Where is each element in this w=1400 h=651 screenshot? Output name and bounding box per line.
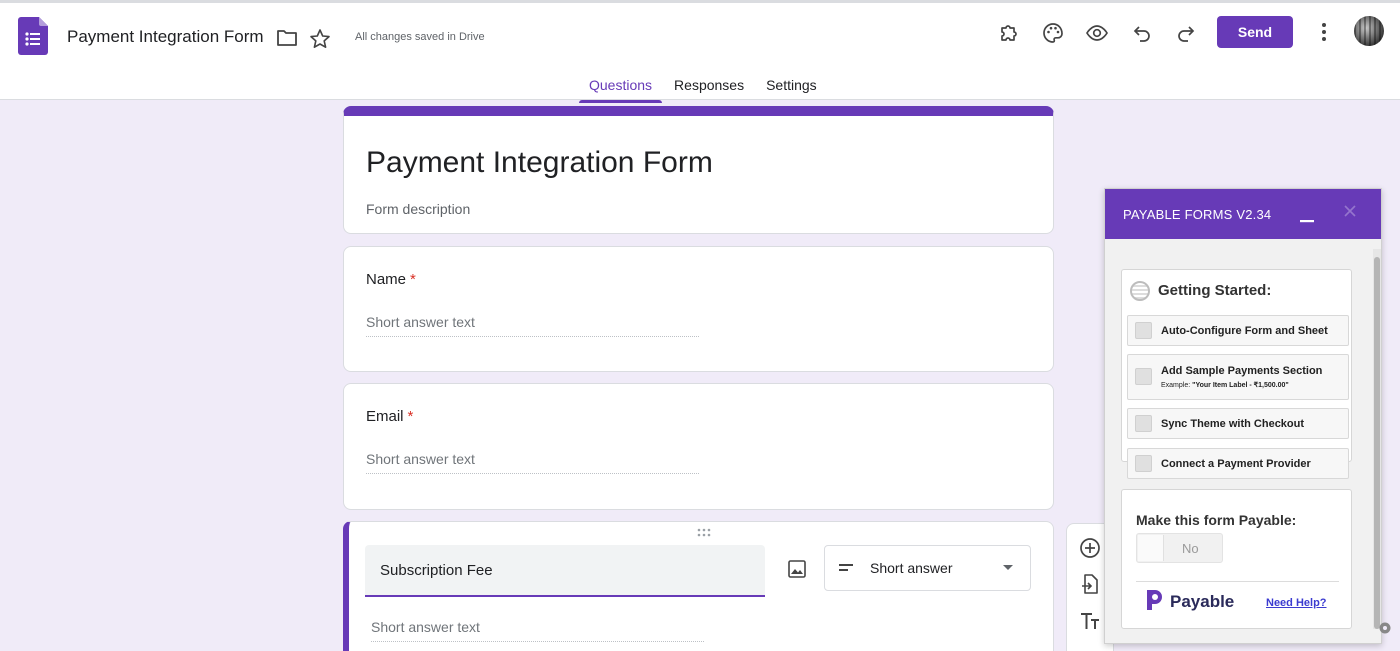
app-header: Payment Integration Form All changes sav… (0, 0, 1400, 103)
step-auto-configure[interactable]: Auto-Configure Form and Sheet (1127, 315, 1349, 346)
addon-puzzle-icon[interactable] (997, 21, 1021, 45)
need-help-link[interactable]: Need Help? (1266, 597, 1327, 609)
form-title-card[interactable]: Payment Integration Form Form descriptio… (343, 106, 1054, 234)
dropdown-caret-icon (1003, 565, 1013, 570)
add-title-text-icon[interactable] (1079, 610, 1101, 632)
payable-brand: Payable (1170, 592, 1235, 611)
payable-logo-icon (1147, 590, 1162, 610)
panel-title: PAYABLE FORMS V2.34 (1123, 207, 1272, 222)
step-label: Add Sample Payments Section (1161, 365, 1323, 377)
send-button[interactable]: Send (1217, 16, 1293, 48)
required-asterisk: * (407, 408, 414, 425)
tab-questions[interactable]: Questions (579, 67, 663, 103)
add-question-icon[interactable] (1079, 537, 1101, 559)
form-tabs: Questions Responses Settings (579, 67, 829, 103)
question-card-active[interactable]: Subscription Fee Short answer Short answ… (343, 521, 1054, 651)
drag-handle-icon[interactable] (696, 528, 712, 538)
minimize-icon[interactable] (1300, 209, 1314, 223)
getting-started-header: Getting Started: (1128, 278, 1345, 306)
more-vert-icon[interactable] (1315, 21, 1333, 43)
move-to-folder-icon[interactable] (276, 28, 298, 48)
step-sublabel: Example: "Your Item Label - ₹1,500.00" (1161, 382, 1289, 389)
step-sync-theme[interactable]: Sync Theme with Checkout (1127, 408, 1349, 439)
payable-toggle[interactable]: No (1136, 533, 1223, 563)
step-add-sample-payments[interactable]: Add Sample Payments Section Example: "Yo… (1127, 354, 1349, 400)
step-checkbox[interactable] (1135, 322, 1152, 339)
toggle-knob (1138, 535, 1164, 561)
import-questions-icon[interactable] (1079, 573, 1101, 595)
star-icon[interactable] (309, 28, 331, 50)
make-payable-label: Make this form Payable: (1136, 512, 1297, 528)
required-asterisk: * (410, 271, 416, 288)
step-label: Auto-Configure Form and Sheet (1161, 325, 1328, 337)
step-label: Connect a Payment Provider (1161, 458, 1311, 470)
question-card-name[interactable]: Name * Short answer text (343, 246, 1054, 372)
step-connect-provider[interactable]: Connect a Payment Provider (1127, 448, 1349, 479)
google-forms-logo-icon[interactable] (18, 17, 48, 55)
account-avatar[interactable] (1354, 16, 1384, 46)
step-checkbox[interactable] (1135, 455, 1152, 472)
tab-responses[interactable]: Responses (664, 67, 754, 103)
short-answer-icon (839, 564, 853, 571)
divider (1136, 581, 1339, 582)
step-checkbox[interactable] (1135, 415, 1152, 432)
panel-scrollbar-thumb[interactable] (1374, 257, 1380, 629)
redo-icon[interactable] (1174, 21, 1198, 45)
preview-eye-icon[interactable] (1085, 21, 1109, 45)
make-payable-section: Make this form Payable: No Payable Need … (1121, 489, 1352, 629)
step-checkbox[interactable] (1135, 368, 1152, 385)
getting-started-section: Getting Started: Auto-Configure Form and… (1121, 269, 1352, 479)
undo-icon[interactable] (1130, 21, 1154, 45)
question-label: Name * (366, 271, 416, 288)
question-card-email[interactable]: Email * Short answer text (343, 383, 1054, 510)
progress-ring-icon (1130, 281, 1150, 301)
palette-icon[interactable] (1041, 21, 1065, 45)
panel-header: PAYABLE FORMS V2.34 (1105, 189, 1381, 239)
tab-settings[interactable]: Settings (756, 67, 827, 103)
close-icon[interactable] (1342, 203, 1358, 219)
getting-started-title: Getting Started: (1158, 282, 1272, 299)
question-title-input[interactable]: Subscription Fee (365, 545, 765, 597)
step-label: Sync Theme with Checkout (1161, 418, 1305, 430)
form-title[interactable]: Payment Integration Form (366, 146, 713, 180)
short-answer-placeholder: Short answer text (366, 314, 699, 337)
question-type-select[interactable]: Short answer (824, 545, 1031, 591)
toggle-value: No (1182, 541, 1199, 556)
question-label: Email * (366, 408, 414, 425)
payable-forms-panel: PAYABLE FORMS V2.34 Getting Started: Aut… (1104, 188, 1382, 644)
panel-settings-icon[interactable] (1378, 620, 1392, 636)
add-image-icon[interactable] (786, 558, 808, 580)
form-description-field[interactable]: Form description (366, 201, 470, 217)
question-type-label: Short answer (870, 560, 953, 576)
document-title[interactable]: Payment Integration Form (67, 27, 264, 47)
short-answer-placeholder: Short answer text (366, 451, 699, 474)
save-status: All changes saved in Drive (355, 31, 485, 43)
short-answer-placeholder: Short answer text (371, 619, 704, 642)
